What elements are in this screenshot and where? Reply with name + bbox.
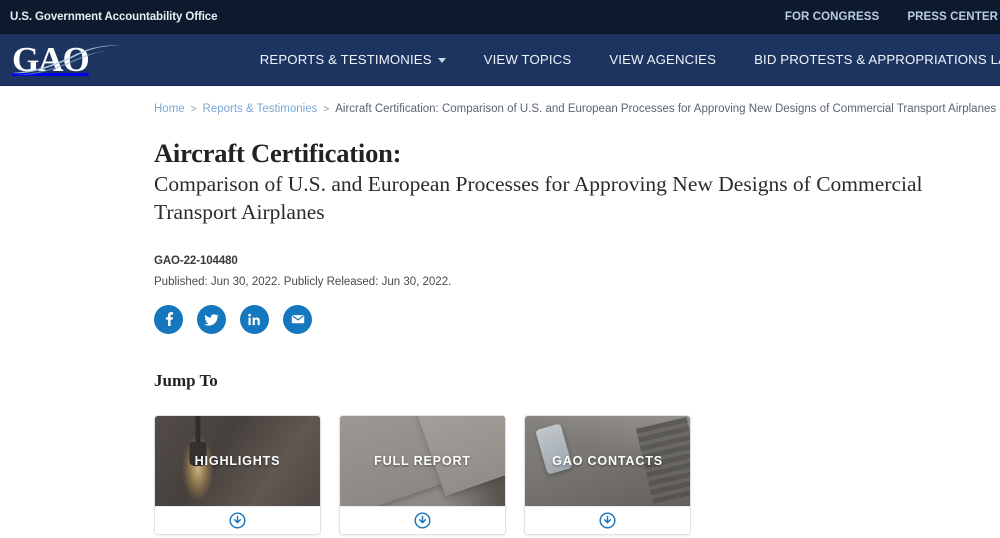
gao-logo-text: GAO	[12, 40, 90, 79]
report-title-subtitle: Comparison of U.S. and European Processe…	[154, 172, 923, 224]
report-number: GAO-22-104480	[154, 254, 238, 267]
breadcrumb-reports-testimonies[interactable]: Reports & Testimonies	[203, 103, 318, 115]
facebook-icon	[165, 312, 173, 326]
card-label: GAO CONTACTS	[552, 453, 663, 468]
download-circle-icon[interactable]	[229, 511, 246, 529]
utility-link-for-congress[interactable]: FOR CONGRESS	[785, 11, 880, 23]
card-footer-full-report[interactable]	[340, 505, 505, 534]
jump-to-heading: Jump To	[154, 370, 218, 390]
linkedin-icon	[248, 313, 260, 325]
nav-item-label: BID PROTESTS & APPROPRIATIONS LAW	[754, 52, 1000, 67]
nav-item-label: VIEW TOPICS	[483, 52, 572, 67]
utility-bar: U.S. Government Accountability Office FO…	[0, 0, 1000, 34]
nav-item-bid-protests-appropriations-law[interactable]: BID PROTESTS & APPROPRIATIONS LAW	[735, 34, 1000, 86]
facebook-share-button[interactable]	[154, 304, 183, 334]
page-title: Aircraft Certification: Comparison of U.…	[154, 138, 974, 227]
card-footer-highlights[interactable]	[155, 505, 320, 534]
card-gao-contacts[interactable]: GAO CONTACTS	[524, 414, 691, 535]
card-image-hands-phone: GAO CONTACTS	[525, 415, 690, 506]
nav-item-view-topics[interactable]: VIEW TOPICS	[465, 34, 591, 86]
breadcrumb-separator: >	[190, 103, 197, 115]
breadcrumb-home[interactable]: Home	[154, 103, 185, 115]
publication-date: Published: Jun 30, 2022. Publicly Releas…	[154, 275, 452, 288]
card-highlights[interactable]: HIGHLIGHTS	[154, 414, 321, 535]
card-image-lightbulb: HIGHLIGHTS	[155, 415, 320, 506]
envelope-icon	[291, 315, 304, 324]
breadcrumb-separator: >	[323, 103, 330, 115]
report-title-main: Aircraft Certification:	[154, 138, 402, 168]
card-image-report-covers: FULL REPORT	[340, 415, 505, 506]
breadcrumb: Home > Reports & Testimonies > Aircraft …	[154, 86, 1000, 115]
twitter-icon	[204, 313, 220, 326]
card-label: HIGHLIGHTS	[194, 453, 281, 468]
main-navigation-bar: GAO REPORTS & TESTIMONIES VIEW TOPICS VI…	[0, 34, 1000, 86]
card-label: FULL REPORT	[374, 453, 471, 468]
chevron-down-icon	[437, 58, 446, 63]
jump-to-cards: HIGHLIGHTS FULL REPORT GAO CONTACTS	[154, 414, 1000, 535]
download-circle-icon[interactable]	[414, 511, 431, 529]
nav-item-label: REPORTS & TESTIMONIES	[259, 52, 432, 67]
agency-name: U.S. Government Accountability Office	[10, 11, 218, 23]
linkedin-share-button[interactable]	[240, 304, 269, 334]
download-circle-icon[interactable]	[599, 511, 616, 529]
card-footer-gao-contacts[interactable]	[525, 505, 690, 534]
nav-item-view-agencies[interactable]: VIEW AGENCIES	[590, 34, 735, 86]
card-full-report[interactable]: FULL REPORT	[339, 414, 506, 535]
page-content: Home > Reports & Testimonies > Aircraft …	[0, 86, 1000, 535]
utility-link-press-center[interactable]: PRESS CENTER	[907, 11, 998, 23]
nav-item-reports-testimonies[interactable]: REPORTS & TESTIMONIES	[241, 34, 465, 86]
nav-item-label: VIEW AGENCIES	[609, 52, 717, 67]
email-share-button[interactable]	[283, 304, 312, 334]
nav-items: REPORTS & TESTIMONIES VIEW TOPICS VIEW A…	[89, 34, 1000, 86]
gao-logo[interactable]: GAO	[0, 34, 122, 86]
twitter-share-button[interactable]	[197, 304, 226, 334]
social-share-row	[154, 304, 1000, 334]
utility-links: FOR CONGRESS PRESS CENTER	[785, 0, 1000, 34]
breadcrumb-current: Aircraft Certification: Comparison of U.…	[335, 103, 997, 115]
